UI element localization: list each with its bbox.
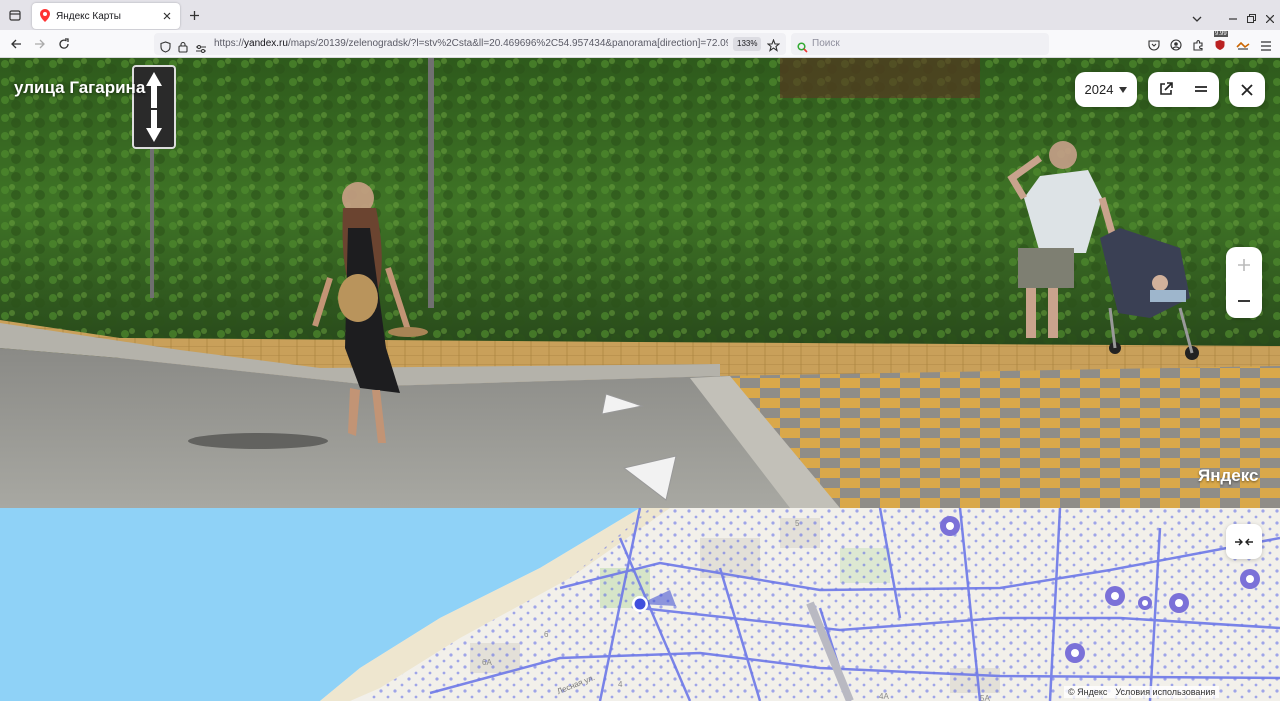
navigation-bar: https://yandex.ru/maps/20139/zelenograds… — [0, 30, 1280, 58]
map-poi-icon[interactable] — [1169, 593, 1189, 613]
window-close-icon[interactable] — [1265, 8, 1275, 27]
map-label: 4А — [879, 692, 889, 701]
close-icon[interactable] — [160, 9, 174, 23]
panorama-control-group — [1148, 72, 1219, 107]
collapse-map-button[interactable] — [1226, 524, 1262, 559]
map-canvas — [0, 508, 1280, 701]
year-label: 2024 — [1084, 82, 1114, 97]
pocket-icon[interactable] — [1148, 36, 1160, 55]
collapse-arrows-icon — [1235, 538, 1253, 545]
map-attribution: © Яндекс Условия использования — [1064, 686, 1220, 698]
plus-icon — [1238, 258, 1250, 271]
back-icon[interactable] — [8, 36, 24, 52]
street-name: улица Гагарина — [14, 78, 146, 97]
map-label: 5А — [980, 694, 990, 701]
reload-icon[interactable] — [56, 36, 72, 52]
share-icon[interactable] — [1158, 81, 1174, 101]
close-icon — [1241, 83, 1253, 96]
extension-icon[interactable] — [1236, 36, 1250, 55]
tab-yandex-maps[interactable]: Яндекс Карты — [32, 3, 180, 29]
star-icon[interactable] — [766, 37, 781, 56]
zoom-level-badge[interactable]: 133% — [733, 37, 762, 51]
map-poi-icon[interactable] — [1065, 643, 1085, 663]
map-label: 4 — [618, 680, 623, 689]
window-controls — [1229, 8, 1275, 27]
terms-link[interactable]: Условия использования — [1115, 687, 1215, 697]
panorama-scene — [0, 58, 1280, 508]
zoom-in-button[interactable] — [1226, 247, 1262, 282]
layout-toggle-icon[interactable] — [1193, 81, 1209, 101]
map-poi-icon[interactable] — [1240, 569, 1260, 589]
minimize-icon[interactable] — [1229, 8, 1237, 27]
url-domain: yandex.ru — [244, 38, 288, 49]
map-copyright: © Яндекс — [1068, 687, 1108, 697]
map-label: 6 — [544, 630, 549, 639]
yandex-maps-favicon — [40, 7, 50, 26]
lock-icon[interactable] — [178, 38, 188, 57]
tab-list-icon[interactable] — [5, 5, 25, 25]
tab-title: Яндекс Карты — [56, 10, 121, 22]
url-bar[interactable]: https://yandex.ru/maps/20139/zelenograds… — [154, 33, 786, 55]
search-placeholder: Поиск — [812, 38, 840, 49]
plus-icon[interactable] — [186, 7, 202, 23]
zoom-out-button[interactable] — [1226, 283, 1262, 318]
search-bar[interactable]: Поиск — [791, 33, 1049, 55]
map-poi-icon[interactable] — [940, 516, 960, 536]
url-path: /maps/20139/zelenogradsk/?l=stv%2Csta&ll… — [287, 38, 728, 49]
toolbar-right: 9.99 — [1148, 31, 1272, 55]
map-poi-icon[interactable] — [1138, 596, 1152, 610]
account-icon[interactable] — [1170, 36, 1182, 55]
ublock-extension-icon[interactable]: 9.99 — [1214, 31, 1228, 55]
caret-down-icon — [1119, 86, 1128, 93]
map-poi-icon[interactable] — [1105, 586, 1125, 606]
mini-map[interactable]: 5 6 6А 4 4А 5А Лесная ул. © Яндекс Услов… — [0, 508, 1280, 701]
close-panorama-button[interactable] — [1229, 72, 1265, 107]
street-view-panorama[interactable]: улица Гагарина 2024 Яндекс — [0, 58, 1280, 508]
year-selector[interactable]: 2024 — [1075, 72, 1137, 107]
search-engine-icon — [797, 38, 808, 57]
chevron-down-icon[interactable] — [1192, 8, 1202, 27]
restore-icon[interactable] — [1247, 8, 1256, 27]
permissions-icon[interactable] — [195, 39, 207, 58]
forward-icon[interactable] — [32, 36, 48, 52]
extensions-icon[interactable] — [1192, 36, 1204, 55]
yandex-watermark: Яндекс — [1198, 466, 1259, 485]
map-label: 5 — [795, 519, 800, 528]
menu-icon[interactable] — [1260, 36, 1272, 55]
map-label: 6А — [482, 658, 492, 667]
url-text: https://yandex.ru/maps/20139/zelenograds… — [214, 38, 728, 49]
shield-icon[interactable] — [160, 38, 171, 57]
minus-icon — [1238, 299, 1250, 302]
panorama-zoom-control — [1226, 247, 1262, 318]
tab-strip: Яндекс Карты — [0, 0, 1280, 30]
url-prefix: https:// — [214, 38, 245, 49]
extension-badge: 9.99 — [1214, 31, 1228, 37]
